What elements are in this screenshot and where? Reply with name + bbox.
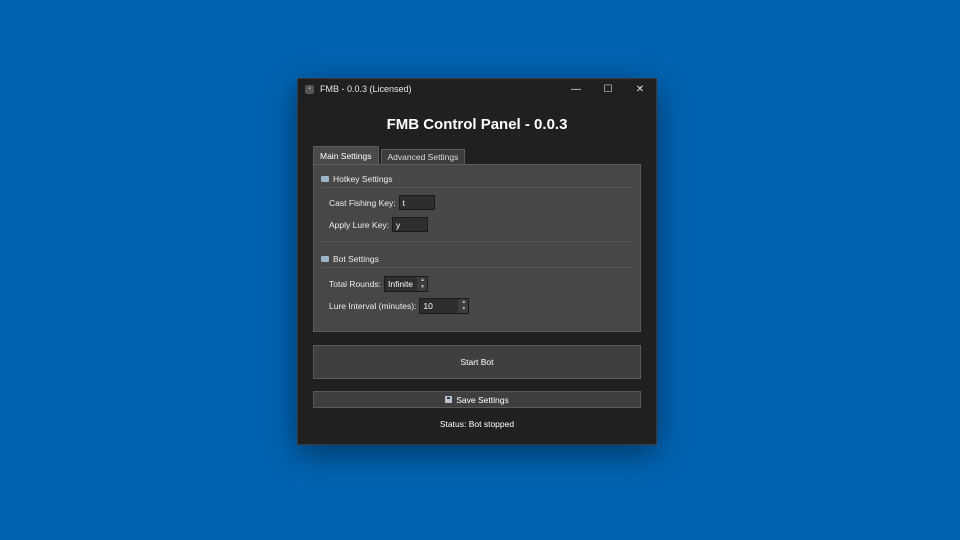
total-rounds-spinbox[interactable]: Infinite ▲ ▼	[383, 276, 428, 292]
maximize-button[interactable]: ☐	[592, 79, 624, 99]
bus-icon	[321, 256, 329, 262]
cast-key-label: Cast Fishing Key:	[329, 197, 396, 208]
lure-interval-label: Lure Interval (minutes):	[329, 301, 417, 311]
hotkey-settings-title: Hotkey Settings	[333, 174, 393, 184]
spin-up-icon[interactable]: ▲	[459, 299, 469, 306]
tab-advanced-settings[interactable]: Advanced Settings	[380, 149, 466, 164]
lure-key-row: Apply Lure Key: y	[329, 217, 429, 232]
spin-down-icon[interactable]: ▼	[459, 306, 469, 313]
save-settings-button[interactable]: Save Settings	[313, 391, 641, 408]
floppy-disk-icon	[445, 396, 453, 403]
lure-interval-value: 10	[423, 301, 433, 311]
spin-arrows[interactable]: ▲ ▼	[416, 277, 427, 291]
divider	[321, 241, 633, 242]
bot-settings-title: Bot Settings	[333, 254, 379, 264]
total-rounds-row: Total Rounds: Infinite ▲ ▼	[329, 276, 428, 292]
status-text: Status: Bot stopped	[439, 419, 515, 429]
divider	[321, 267, 633, 268]
hotkey-settings-header: Hotkey Settings	[321, 174, 393, 184]
spin-up-icon[interactable]: ▲	[417, 277, 427, 284]
bot-settings-header: Bot Settings	[321, 254, 379, 264]
close-button[interactable]: ✕	[624, 79, 656, 99]
total-rounds-label: Total Rounds:	[329, 279, 381, 289]
title-bar[interactable]: ▪ FMB - 0.0.3 (Licensed) — ☐ ✕	[298, 79, 656, 99]
save-settings-label: Save Settings	[456, 394, 509, 405]
app-icon: ▪	[305, 84, 314, 94]
app-window: ▪ FMB - 0.0.3 (Licensed) — ☐ ✕ FMB Contr…	[297, 78, 657, 445]
tab-bar: Main Settings Advanced Settings	[313, 146, 467, 164]
spin-down-icon[interactable]: ▼	[417, 284, 427, 291]
lure-key-label: Apply Lure Key:	[329, 219, 390, 230]
spin-arrows[interactable]: ▲ ▼	[458, 299, 469, 313]
tab-main-settings[interactable]: Main Settings	[313, 146, 379, 164]
window-title: FMB - 0.0.3 (Licensed)	[320, 84, 412, 94]
cast-key-field[interactable]: t	[398, 195, 435, 210]
keyboard-icon	[321, 176, 329, 182]
cast-key-row: Cast Fishing Key: t	[329, 195, 435, 210]
settings-panel: Hotkey Settings Cast Fishing Key: t Appl…	[313, 164, 641, 332]
total-rounds-value: Infinite	[387, 279, 414, 289]
lure-key-field[interactable]: y	[392, 217, 429, 232]
lure-interval-spinbox[interactable]: 10 ▲ ▼	[419, 298, 470, 314]
lure-interval-row: Lure Interval (minutes): 10 ▲ ▼	[329, 298, 470, 314]
start-bot-button[interactable]: Start Bot	[313, 345, 641, 379]
page-title: FMB Control Panel - 0.0.3	[386, 116, 568, 133]
minimize-button[interactable]: —	[560, 79, 592, 99]
divider	[321, 187, 633, 188]
